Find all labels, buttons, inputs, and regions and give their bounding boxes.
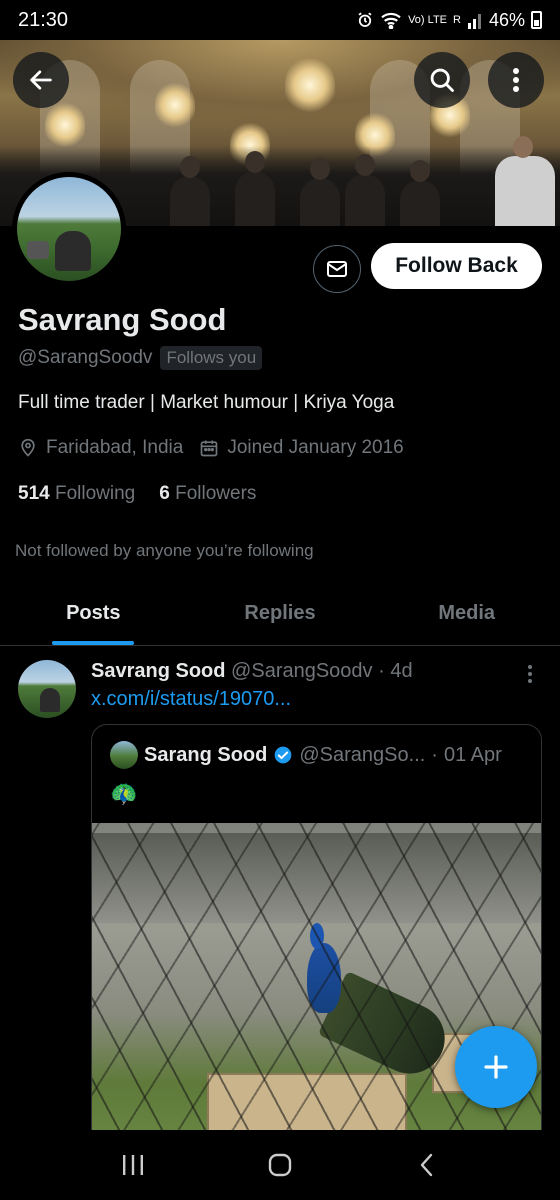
- recents-button[interactable]: [103, 1140, 163, 1190]
- follow-back-button[interactable]: Follow Back: [371, 243, 542, 289]
- post-avatar[interactable]: [18, 660, 76, 718]
- home-button[interactable]: [250, 1140, 310, 1190]
- banner-chandelier: [45, 100, 85, 150]
- location-pin-icon: [21, 438, 35, 457]
- wifi-icon: [381, 12, 401, 29]
- battery-percent: 46%: [488, 9, 525, 30]
- back-button[interactable]: [13, 52, 69, 108]
- tab-posts[interactable]: Posts: [0, 582, 187, 645]
- more-vertical-icon: [513, 68, 519, 92]
- post-time: 4d: [390, 660, 413, 682]
- tab-replies[interactable]: Replies: [187, 582, 374, 645]
- banner-person: [400, 160, 440, 226]
- banner-person: [300, 158, 340, 226]
- network-label: Vo) LTE: [408, 13, 448, 26]
- follows-you-badge: Follows you: [160, 346, 263, 370]
- profile-tabs: Posts Replies Media: [0, 582, 560, 646]
- banner-person: [235, 151, 275, 226]
- profile-avatar[interactable]: [12, 172, 126, 286]
- status-time: 21:30: [18, 8, 69, 31]
- quoted-post-text: 🦚: [110, 781, 138, 806]
- plus-icon: [484, 1055, 508, 1079]
- carrier-label: R: [453, 13, 461, 26]
- post-more-button[interactable]: [520, 662, 540, 686]
- banner-person: [345, 154, 385, 226]
- following-stat[interactable]: 514 Following: [18, 483, 135, 505]
- location-text: Faridabad, India: [46, 437, 184, 458]
- banner-chandelier: [285, 55, 335, 115]
- quoted-post[interactable]: Sarang Sood @SarangSo... · 01 Apr 🦚: [91, 724, 542, 1200]
- location-item: Faridabad, India: [18, 437, 183, 459]
- verified-badge-icon: [275, 746, 292, 764]
- search-button[interactable]: [414, 52, 470, 108]
- recents-icon: [123, 1155, 144, 1175]
- system-nav-bar: [0, 1130, 560, 1200]
- profile-name: Savrang Sood: [18, 302, 227, 337]
- banner-person: [170, 156, 210, 226]
- post-author-name[interactable]: Savrang Sood: [91, 660, 225, 682]
- compose-button[interactable]: [455, 1026, 537, 1108]
- post-link[interactable]: x.com/i/status/19070...: [91, 688, 291, 711]
- quoted-post-avatar: [110, 741, 138, 769]
- banner-person: [495, 136, 555, 226]
- joined-item: Joined January 2016: [199, 437, 404, 459]
- status-bar: 21:30 Vo) LTE R 46%: [0, 0, 560, 40]
- followers-count: 6: [159, 483, 170, 504]
- profile-handle: @SarangSoodv: [18, 347, 153, 368]
- profile-meta: Faridabad, India Joined January 2016: [18, 437, 420, 459]
- calendar-icon: [200, 440, 218, 457]
- followers-label: Followers: [175, 483, 257, 504]
- home-icon: [268, 1153, 292, 1177]
- status-icons: Vo) LTE R 46%: [356, 10, 542, 31]
- arrow-left-icon: [30, 70, 52, 90]
- search-icon: [430, 68, 454, 92]
- joined-text: Joined January 2016: [227, 437, 404, 458]
- signal-icon: [467, 14, 481, 29]
- quoted-author-handle: @SarangSo...: [299, 743, 426, 766]
- avatar-image: [17, 177, 121, 281]
- followers-stat[interactable]: 6 Followers: [159, 483, 256, 505]
- follow-stats: 514 Following 6 Followers: [18, 483, 256, 505]
- not-followed-notice: Not followed by anyone you’re following: [15, 541, 314, 560]
- more-options-button[interactable]: [488, 52, 544, 108]
- following-label: Following: [54, 483, 136, 504]
- tab-media[interactable]: Media: [373, 582, 560, 645]
- post-separator: ·: [378, 660, 385, 682]
- banner-chandelier: [155, 80, 195, 130]
- quoted-post-header: Sarang Sood @SarangSo... · 01 Apr: [110, 741, 502, 769]
- post-author-handle: @SarangSoodv: [231, 660, 373, 682]
- alarm-icon: [358, 12, 372, 27]
- mail-icon: [327, 261, 347, 277]
- system-back-button[interactable]: [397, 1140, 457, 1190]
- quoted-separator: ·: [431, 743, 438, 766]
- post-header: Savrang Sood @SarangSoodv · 4d: [91, 660, 413, 683]
- back-chevron-icon: [420, 1153, 432, 1177]
- message-button[interactable]: [313, 245, 361, 293]
- profile-bio: Full time trader | Market humour | Kriya…: [18, 392, 395, 413]
- following-count: 514: [18, 483, 50, 504]
- quoted-author-name: Sarang Sood: [144, 743, 268, 766]
- handle-row: @SarangSoodv Follows you: [18, 346, 263, 370]
- quoted-date: 01 Apr: [443, 743, 502, 766]
- battery-icon: [531, 11, 542, 29]
